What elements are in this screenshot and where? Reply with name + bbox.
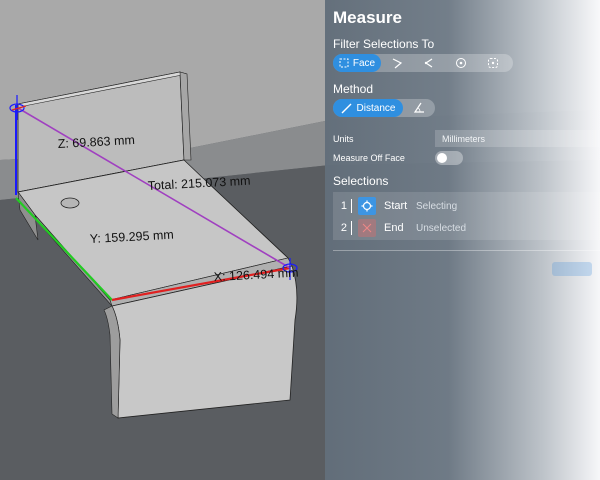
crosshair-icon <box>358 197 376 215</box>
selection-number: 1 <box>340 200 347 212</box>
selection-start-state: Selecting <box>416 200 458 212</box>
selections-list: 1 Start Selecting 2 End Unselected <box>333 192 600 240</box>
point-icon <box>455 57 467 69</box>
measure-panel: Measure Filter Selections To Face Method… <box>325 0 600 480</box>
method-distance-button[interactable]: Distance <box>333 99 403 117</box>
units-label: Units <box>333 134 354 144</box>
filter-center-button[interactable] <box>477 54 509 72</box>
method-angle-button[interactable] <box>403 99 435 117</box>
separator <box>351 221 352 235</box>
filter-vertex-button[interactable] <box>413 54 445 72</box>
separator <box>351 199 352 213</box>
filter-point-button[interactable] <box>445 54 477 72</box>
panel-title: Measure <box>333 8 402 27</box>
filter-selections-label: Filter Selections To <box>333 37 435 51</box>
selection-start-label: Start <box>384 200 408 212</box>
filter-face-label: Face <box>352 57 376 69</box>
selection-row-end[interactable]: 2 End Unselected <box>333 218 600 238</box>
close-icon <box>358 219 376 237</box>
method-toolbar: Distance <box>333 99 435 117</box>
filter-selection-toolbar: Face <box>333 54 513 72</box>
toggle-knob <box>437 153 447 163</box>
vertex-icon <box>423 57 435 69</box>
face-icon <box>339 58 349 68</box>
method-distance-label: Distance <box>356 102 396 114</box>
edge-icon <box>391 57 403 69</box>
angle-icon <box>413 102 425 114</box>
units-dropdown[interactable]: Millimeters <box>435 130 600 147</box>
method-label: Method <box>333 82 374 96</box>
selection-row-start[interactable]: 1 Start Selecting <box>333 196 600 216</box>
panel-divider <box>333 250 600 251</box>
selections-label: Selections <box>333 174 389 188</box>
selection-end-label: End <box>384 222 404 234</box>
measure-off-face-toggle[interactable] <box>435 151 463 165</box>
filter-edge-button[interactable] <box>381 54 413 72</box>
selection-end-state: Unselected <box>416 222 467 234</box>
ruler-icon <box>341 103 352 114</box>
filter-face-button[interactable]: Face <box>333 54 381 72</box>
measure-off-face-label: Measure Off Face <box>333 153 405 163</box>
faded-button <box>552 262 592 276</box>
selection-number: 2 <box>340 222 347 234</box>
center-icon <box>487 57 499 69</box>
